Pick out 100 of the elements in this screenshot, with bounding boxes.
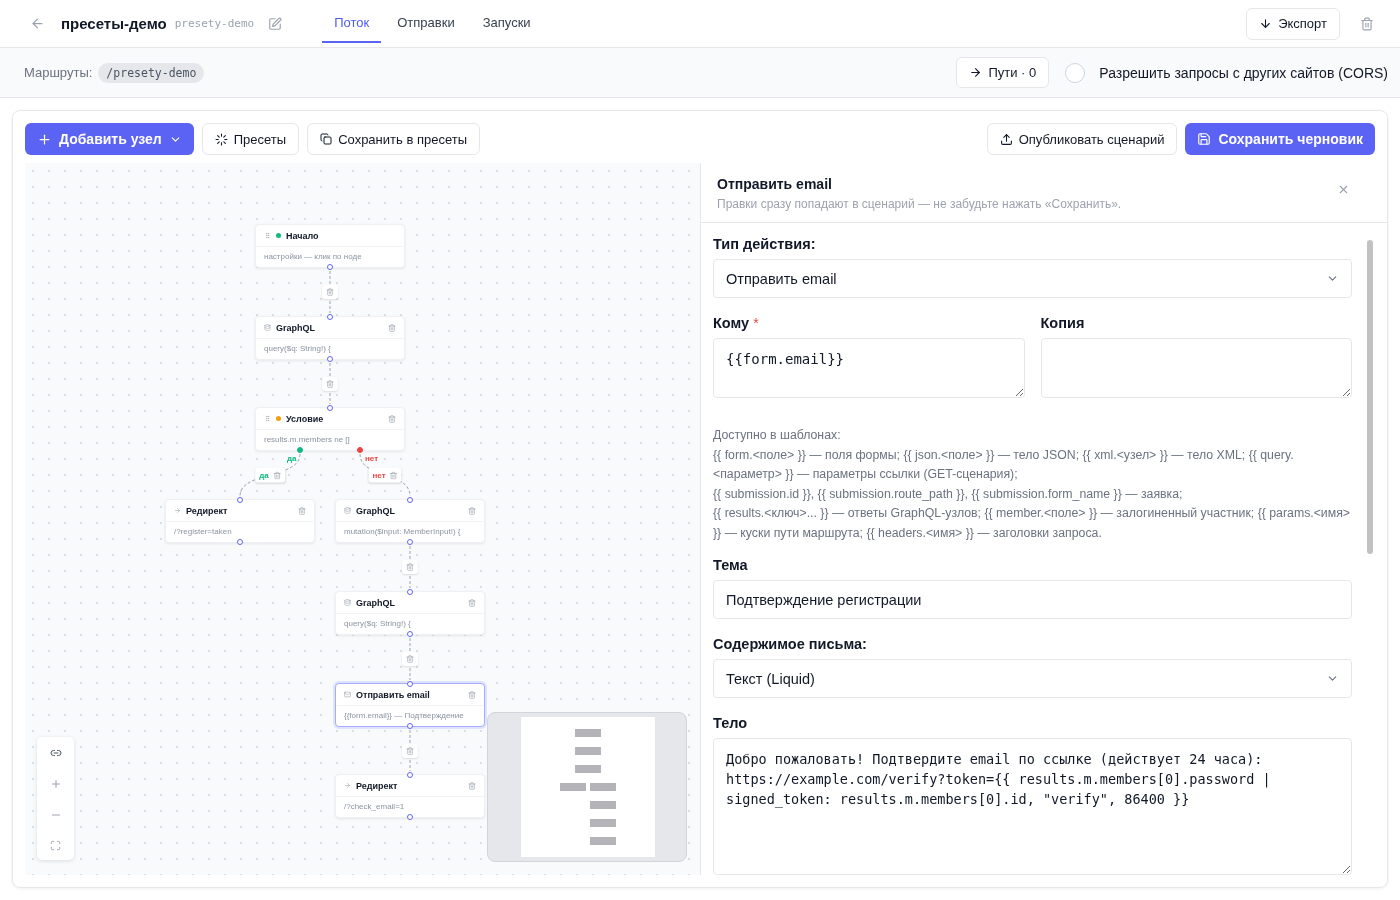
input-handle[interactable] xyxy=(407,772,413,778)
output-handle[interactable] xyxy=(327,356,333,362)
field-label: Тело xyxy=(713,715,749,732)
paths-button[interactable]: Пути · 0 xyxy=(956,57,1050,88)
delete-icon[interactable] xyxy=(326,379,334,388)
publish-button[interactable]: Опубликовать сценарий xyxy=(986,123,1178,155)
save-presets-button[interactable]: Сохранить в пресеты xyxy=(307,123,480,155)
page-title: пресеты-демо xyxy=(61,15,167,32)
edge-delete-button[interactable] xyxy=(322,285,338,299)
delete-icon[interactable] xyxy=(406,746,414,755)
add-node-button[interactable]: Добавить узел xyxy=(25,123,194,155)
minimap[interactable] xyxy=(487,712,687,862)
body-field[interactable]: Добро пожаловать! Подтвердите email по ссылке (действует 24 часа): https://example.com/verify?token={{ results.m.members[0].password | signed_token: results.m.members[0].id, "verify", 86400 }} xyxy=(713,738,1352,875)
node-subtitle: query($q: String!) { xyxy=(343,618,412,630)
export-button[interactable]: Экспорт xyxy=(1246,7,1340,40)
delete-icon[interactable] xyxy=(326,288,334,296)
delete-icon[interactable] xyxy=(406,655,414,663)
node-subtitle: /?register=taken xyxy=(173,526,233,538)
content-select[interactable]: Текст (Liquid) xyxy=(713,659,1352,699)
output-handle[interactable] xyxy=(407,539,413,545)
edge-delete-button[interactable] xyxy=(322,376,338,391)
flow-node[interactable]: Отправить email {{form.email}} — Подтверждение xyxy=(335,683,485,727)
arrow-down-icon xyxy=(1259,17,1273,30)
presets-button[interactable]: Пресеты xyxy=(201,123,300,155)
delete-icon[interactable] xyxy=(468,781,476,790)
database-icon xyxy=(344,507,351,514)
scrollbar[interactable] xyxy=(1367,240,1373,554)
fullscreen-icon[interactable] xyxy=(50,839,61,851)
input-handle[interactable] xyxy=(407,497,413,503)
recipient-field[interactable]: {{form.email}} xyxy=(713,338,1025,398)
drag-handle-icon[interactable] xyxy=(264,415,271,422)
edge-delete-button[interactable]: нет xyxy=(368,467,402,483)
delete-icon[interactable] xyxy=(298,506,306,515)
sparkle-icon xyxy=(214,132,228,146)
node-title: GraphQL xyxy=(356,597,396,608)
node-subtitle: query($q: String!) { xyxy=(263,343,332,355)
node-subtitle: mutation($input: MemberInput!) { xyxy=(343,526,462,538)
action-select[interactable]: Отправить email xyxy=(713,259,1352,298)
close-icon[interactable] xyxy=(1337,183,1350,196)
edge-line xyxy=(329,270,331,314)
branch-handle[interactable] xyxy=(357,447,363,453)
back-icon[interactable] xyxy=(30,16,45,31)
tab[interactable]: Отправки xyxy=(385,4,467,43)
cors-checkbox[interactable] xyxy=(1065,62,1086,83)
edge-delete-button[interactable] xyxy=(402,560,418,574)
flow-node[interactable]: GraphQL mutation($input: MemberInput!) { xyxy=(335,499,485,543)
flow-node[interactable]: Редирект /?register=taken xyxy=(165,499,315,543)
input-handle[interactable] xyxy=(237,497,243,503)
output-handle[interactable] xyxy=(237,539,243,545)
routes-label: Маршруты: xyxy=(24,65,93,80)
node-title: GraphQL xyxy=(276,322,316,333)
route-chip[interactable]: /presety-demo xyxy=(98,62,205,83)
edit-icon[interactable] xyxy=(268,16,283,31)
edge-line xyxy=(359,453,411,497)
drag-handle-icon[interactable] xyxy=(264,232,271,239)
flow-node[interactable]: Начало настройки — клик по ноде xyxy=(255,224,405,268)
input-handle[interactable] xyxy=(407,681,413,687)
output-handle[interactable] xyxy=(407,631,413,637)
zoom-in-icon[interactable] xyxy=(49,777,62,790)
mail-icon xyxy=(344,691,351,698)
flow-node[interactable]: GraphQL query($q: String!) { xyxy=(335,591,485,635)
database-icon xyxy=(344,599,351,606)
output-handle[interactable] xyxy=(327,264,333,270)
node-subtitle: results.m.members ne [] xyxy=(263,434,351,446)
help-text: {{ form.<поле> }} — поля формы; {{ json.<поле> }} — тело JSON; {{ xml.<узел> }} — тело XML; {{ query.<параметр> }} — параметры ссылки (GET-сценария); xyxy=(713,446,1295,483)
delete-icon[interactable] xyxy=(406,563,414,571)
input-handle[interactable] xyxy=(327,314,333,320)
delete-icon[interactable] xyxy=(388,414,396,423)
edge-line xyxy=(239,453,301,497)
input-handle[interactable] xyxy=(327,405,333,411)
edge-delete-button[interactable] xyxy=(402,652,418,666)
delete-icon[interactable] xyxy=(468,506,476,515)
input-handle[interactable] xyxy=(407,589,413,595)
flow-node[interactable]: GraphQL query($q: String!) { xyxy=(255,316,405,360)
field-label: Содержимое письма: xyxy=(713,636,868,653)
delete-icon[interactable] xyxy=(1360,16,1374,31)
tab[interactable]: Поток xyxy=(322,4,382,43)
cc-field[interactable] xyxy=(1040,338,1352,398)
edge-line xyxy=(409,545,411,589)
delete-icon[interactable] xyxy=(272,471,281,479)
flow-node[interactable]: Редирект /?check_email=1 xyxy=(335,774,485,818)
cors-label: Разрешить запросы с других сайтов (CORS) xyxy=(1099,64,1388,81)
field-label: Тема xyxy=(713,557,749,573)
edge-delete-button[interactable] xyxy=(402,743,418,758)
arrow-right-icon xyxy=(344,782,351,789)
branch-handle[interactable] xyxy=(297,447,303,453)
delete-icon[interactable] xyxy=(468,690,476,699)
branch-label: да xyxy=(287,454,297,463)
delete-icon[interactable] xyxy=(389,471,398,479)
flow-node[interactable]: Условие results.m.members ne [] xyxy=(255,407,405,451)
node-subtitle: /?check_email=1 xyxy=(343,801,406,813)
output-handle[interactable] xyxy=(407,814,413,820)
subject-field[interactable]: Подтверждение регистрации xyxy=(713,580,1352,620)
help-text: {{ results.<ключ>... }} — ответы GraphQL-узлов; {{ member.<поле> }} — залогиненный участник; {{ params.<имя> }} — куски пути маршрута; {{ headers.<имя> }} — заголовки запроса. xyxy=(713,505,1352,542)
save-draft-button[interactable]: Сохранить черновик xyxy=(1185,123,1375,155)
delete-icon[interactable] xyxy=(468,598,476,607)
required-mark: * xyxy=(753,315,759,333)
tab[interactable]: Запуски xyxy=(470,4,543,43)
delete-icon[interactable] xyxy=(388,323,396,332)
output-handle[interactable] xyxy=(407,723,413,729)
